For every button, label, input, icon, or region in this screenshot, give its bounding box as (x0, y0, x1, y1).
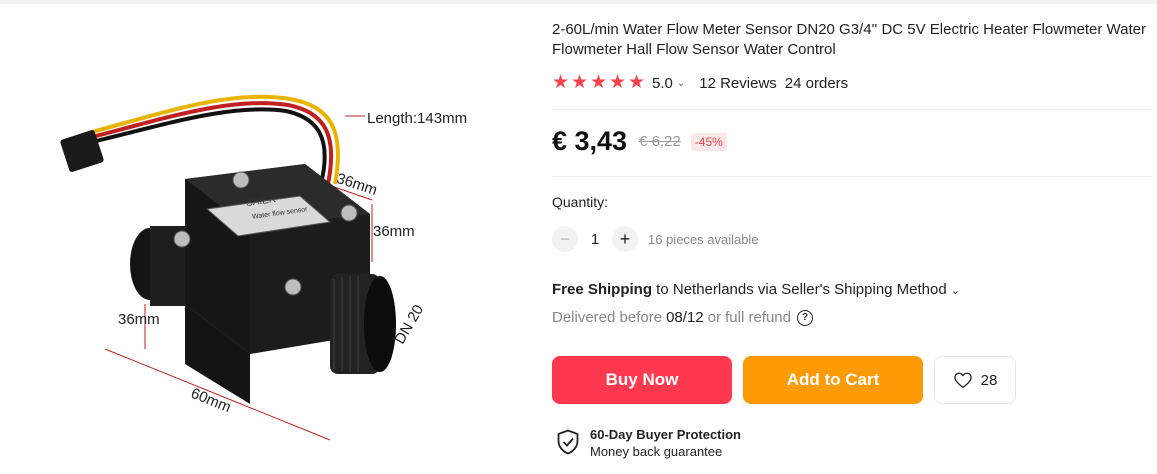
star-icon: ★ (628, 72, 646, 93)
wishlist-button[interactable]: 28 (934, 356, 1016, 404)
discount-badge: -45% (690, 132, 727, 151)
star-icon: ★ (590, 72, 608, 93)
star-icon: ★ (552, 72, 570, 93)
shipping-info[interactable]: Free Shipping to Netherlands via Seller'… (552, 281, 960, 298)
side-dimension-label: 36mm (118, 311, 160, 328)
increase-quantity-button[interactable]: + (612, 226, 638, 252)
add-to-cart-button[interactable]: Add to Cart (743, 356, 923, 404)
delivery-estimate: Delivered before 08/12 or full refund ? (552, 309, 813, 326)
rating-row: ★ ★ ★ ★ ★ 5.0 ⌄ 12 Reviews 24 orders (552, 71, 848, 95)
length-dimension-label: Length:143mm (367, 110, 468, 127)
pieces-available: 16 pieces available (648, 231, 759, 247)
delivery-suffix: or full refund (707, 309, 791, 326)
chevron-down-icon[interactable]: ⌄ (951, 285, 960, 297)
product-title: 2-60L/min Water Flow Meter Sensor DN20 G… (552, 21, 1146, 58)
quantity-input[interactable]: 1 (578, 231, 612, 248)
decrease-quantity-button[interactable]: − (552, 226, 578, 252)
chevron-down-icon[interactable]: ⌄ (677, 78, 685, 89)
delivery-prefix: Delivered before (552, 309, 663, 326)
orders-count: 24 orders (784, 74, 849, 92)
reviews-link[interactable]: 12 Reviews (699, 75, 777, 92)
shield-check-icon (557, 429, 579, 455)
rating-value[interactable]: 5.0 (652, 75, 673, 92)
star-icon: ★ (609, 72, 627, 93)
star-icon: ★ (571, 72, 589, 93)
buyer-protection[interactable]: 60-Day Buyer Protection Money back guara… (552, 426, 741, 460)
original-price: € 6,22 (639, 133, 681, 150)
flow-sensor-illustration (60, 94, 396, 441)
shipping-destination: to Netherlands via Seller's Shipping Met… (652, 281, 947, 298)
quantity-label: Quantity: (552, 194, 609, 210)
height-dimension-label: 36mm (373, 223, 415, 240)
product-image[interactable]: Length:143mm 36mm 36mm 36mm 60mm DN 20 S… (0, 4, 520, 474)
current-price: € 3,43 (552, 126, 628, 156)
protection-subtitle: Money back guarantee (590, 444, 723, 459)
help-icon[interactable]: ? (797, 309, 813, 326)
protection-title: 60-Day Buyer Protection (590, 427, 741, 442)
buy-now-button[interactable]: Buy Now (552, 356, 732, 404)
divider (552, 109, 1152, 110)
heart-icon (953, 372, 972, 389)
price-row: € 3,43 € 6,22 -45% (552, 126, 727, 157)
delivery-date: 08/12 (666, 309, 704, 326)
free-shipping-label: Free Shipping (552, 281, 653, 298)
quantity-stepper: − 1 + 16 pieces available (552, 226, 759, 252)
wishlist-count: 28 (980, 371, 998, 389)
star-rating[interactable]: ★ ★ ★ ★ ★ (552, 72, 646, 93)
divider (552, 176, 1152, 177)
